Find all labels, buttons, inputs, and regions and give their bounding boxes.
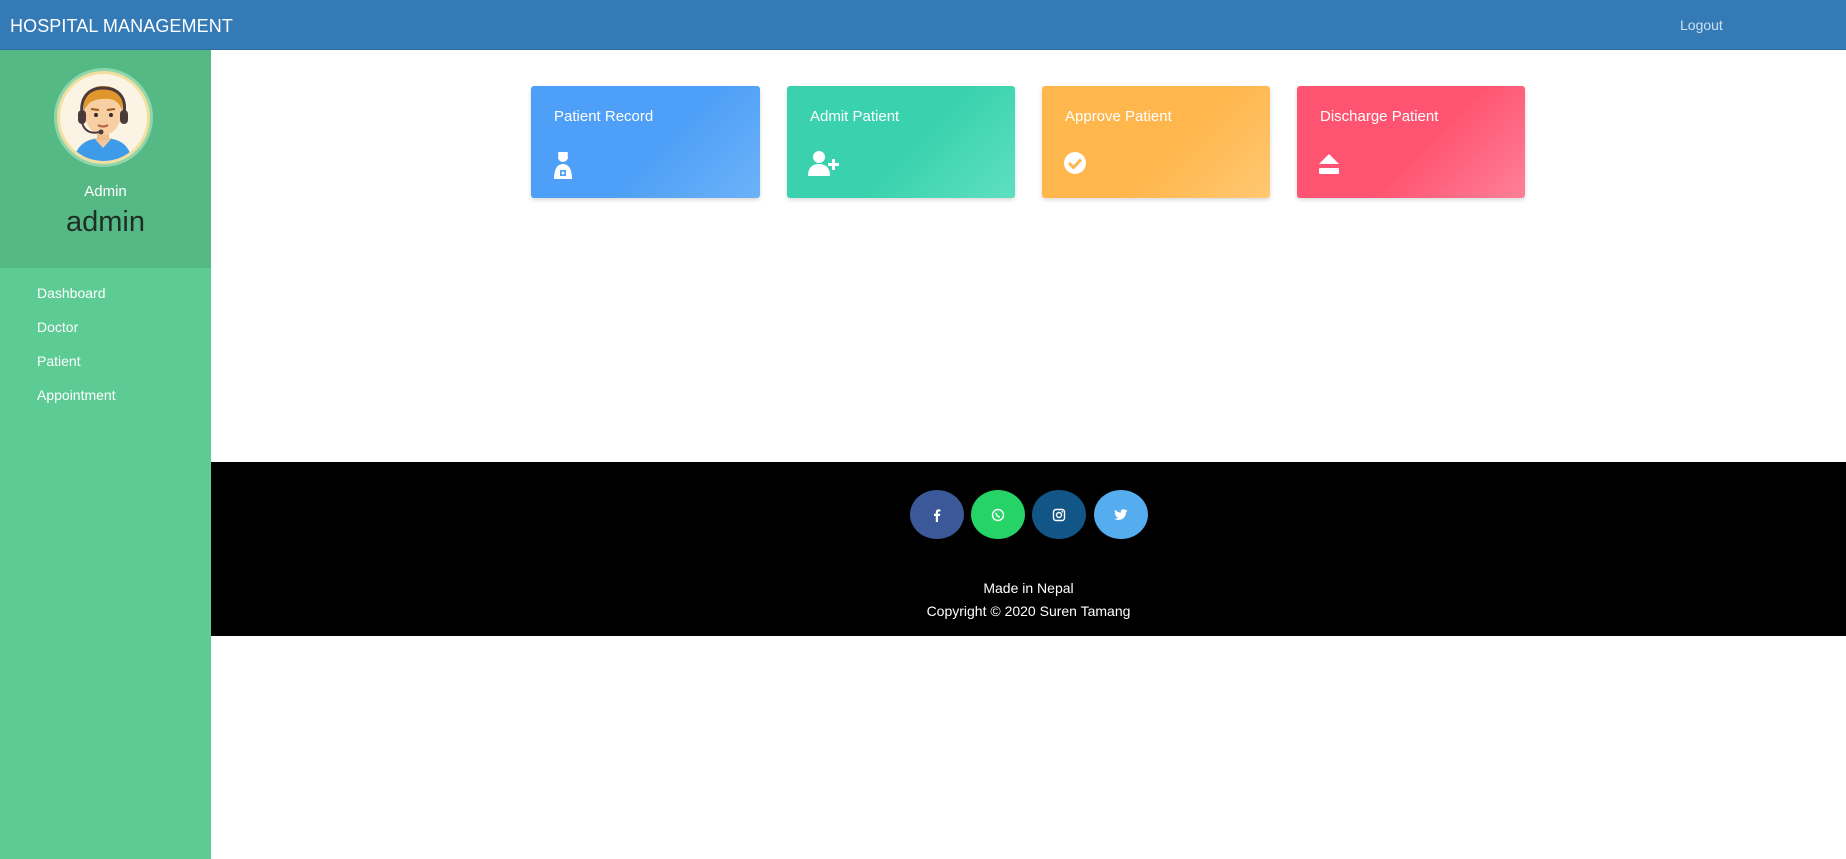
- twitter-icon: [1114, 508, 1128, 520]
- twitter-button[interactable]: [1094, 490, 1148, 539]
- app-brand[interactable]: HOSPITAL MANAGEMENT: [10, 16, 233, 37]
- approve-patient-card[interactable]: Approve Patient: [1042, 86, 1270, 198]
- instagram-button[interactable]: [1032, 490, 1086, 539]
- sidebar-item-dashboard[interactable]: Dashboard: [37, 283, 116, 317]
- whatsapp-button[interactable]: [971, 490, 1025, 539]
- user-role: Admin: [84, 183, 127, 200]
- avatar-icon: [60, 74, 147, 161]
- sidebar-item-patient[interactable]: Patient: [37, 351, 116, 385]
- profile-panel: Admin admin: [0, 50, 211, 268]
- user-name: admin: [66, 206, 145, 238]
- discharge-patient-card[interactable]: Discharge Patient: [1297, 86, 1525, 198]
- instagram-icon: [1052, 508, 1066, 521]
- facebook-icon: [934, 508, 941, 522]
- admit-patient-card[interactable]: Admit Patient: [787, 86, 1015, 198]
- patient-record-icon: [554, 152, 572, 179]
- sidebar-menu: Dashboard Doctor Patient Appointment: [37, 283, 116, 419]
- sidebar: Admin admin Dashboard Doctor Patient App…: [0, 50, 211, 859]
- patient-record-card[interactable]: Patient Record: [531, 86, 760, 198]
- sidebar-item-doctor[interactable]: Doctor: [37, 317, 116, 351]
- top-navbar: HOSPITAL MANAGEMENT Logout: [0, 0, 1846, 50]
- footer: Made in Nepal Copyright © 2020 Suren Tam…: [211, 462, 1846, 636]
- copyright-text: Copyright © 2020 Suren Tamang: [926, 603, 1131, 619]
- facebook-button[interactable]: [910, 490, 964, 539]
- card-title: Approve Patient: [1065, 108, 1172, 125]
- admin-avatar: [57, 71, 150, 164]
- card-title: Admit Patient: [810, 108, 900, 125]
- made-in-text: Made in Nepal: [983, 580, 1074, 596]
- eject-icon: [1319, 154, 1339, 174]
- whatsapp-icon: [991, 508, 1005, 521]
- logout-link[interactable]: Logout: [1680, 17, 1723, 33]
- sidebar-item-appointment[interactable]: Appointment: [37, 385, 116, 419]
- check-circle-icon: [1064, 152, 1086, 174]
- card-title: Patient Record: [554, 108, 654, 125]
- card-title: Discharge Patient: [1320, 108, 1439, 125]
- user-plus-icon: [808, 151, 839, 176]
